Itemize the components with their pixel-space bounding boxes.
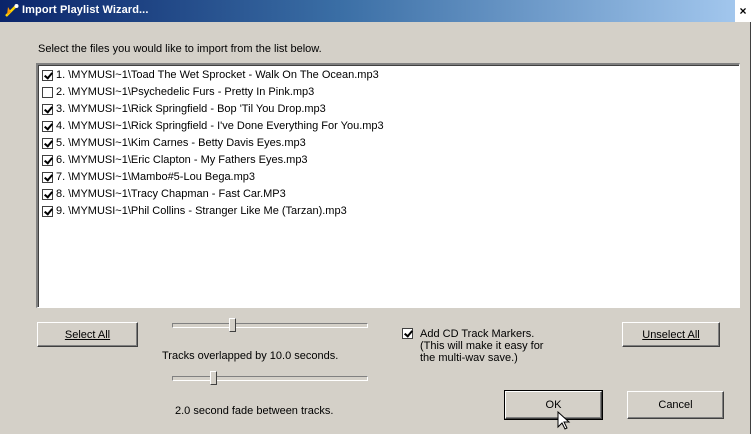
overlap-label: Tracks overlapped by 10.0 seconds. (162, 350, 339, 362)
file-list-item[interactable]: 2. \MYMUSI~1\Psychedelic Furs - Pretty I… (42, 84, 314, 100)
fade-slider[interactable] (172, 371, 368, 385)
file-checkbox[interactable] (42, 120, 53, 132)
file-list-item[interactable]: 6. \MYMUSI~1\Eric Clapton - My Fathers E… (42, 152, 308, 168)
file-list-item[interactable]: 4. \MYMUSI~1\Rick Springfield - I've Don… (42, 118, 384, 134)
file-checkbox[interactable] (42, 171, 53, 183)
cd-markers-line1: Add CD Track Markers. (420, 328, 535, 340)
overlap-slider[interactable] (172, 318, 368, 332)
file-list-item[interactable]: 8. \MYMUSI~1\Tracy Chapman - Fast Car.MP… (42, 186, 286, 202)
file-checkbox[interactable] (42, 137, 53, 149)
file-checkbox[interactable] (42, 69, 53, 81)
title-bar[interactable]: Import Playlist Wizard... × (0, 0, 751, 22)
overlap-slider-thumb[interactable] (229, 318, 236, 332)
file-checkbox[interactable] (42, 103, 53, 115)
overlap-slider-track (172, 323, 368, 328)
file-label: 1. \MYMUSI~1\Toad The Wet Sprocket - Wal… (56, 69, 379, 81)
select-all-button[interactable]: Select All (37, 322, 138, 347)
file-label: 4. \MYMUSI~1\Rick Springfield - I've Don… (56, 120, 384, 132)
mouse-pointer-icon (557, 411, 571, 430)
fade-slider-thumb[interactable] (210, 371, 217, 385)
file-list-item[interactable]: 5. \MYMUSI~1\Kim Carnes - Betty Davis Ey… (42, 135, 306, 151)
instruction-text: Select the files you would like to impor… (38, 43, 322, 55)
fade-slider-track (172, 376, 368, 381)
file-label: 9. \MYMUSI~1\Phil Collins - Stranger Lik… (56, 205, 347, 217)
cd-markers-line3: the multi-wav save.) (420, 352, 518, 364)
cancel-label: Cancel (658, 399, 693, 411)
cd-markers-text: Add CD Track Markers. (This will make it… (420, 328, 543, 364)
cancel-button[interactable]: Cancel (627, 391, 724, 419)
wizard-icon (5, 4, 19, 17)
file-label: 8. \MYMUSI~1\Tracy Chapman - Fast Car.MP… (56, 188, 286, 200)
import-playlist-dialog: Import Playlist Wizard... × Select the f… (0, 0, 751, 434)
close-button[interactable]: × (735, 0, 751, 22)
file-label: 5. \MYMUSI~1\Kim Carnes - Betty Davis Ey… (56, 137, 306, 149)
cd-markers-line2: (This will make it easy for (420, 340, 544, 352)
file-label: 2. \MYMUSI~1\Psychedelic Furs - Pretty I… (56, 86, 315, 98)
cd-markers-checkbox[interactable] (402, 328, 413, 339)
ok-label: OK (545, 399, 562, 411)
file-list[interactable]: 1. \MYMUSI~1\Toad The Wet Sprocket - Wal… (36, 63, 740, 308)
file-checkbox[interactable] (42, 205, 53, 217)
file-checkbox[interactable] (42, 86, 53, 98)
cd-markers-option[interactable]: Add CD Track Markers. (This will make it… (402, 328, 543, 364)
file-checkbox[interactable] (42, 188, 53, 200)
file-list-item[interactable]: 9. \MYMUSI~1\Phil Collins - Stranger Lik… (42, 203, 347, 219)
file-list-item[interactable]: 1. \MYMUSI~1\Toad The Wet Sprocket - Wal… (42, 67, 379, 83)
file-label: 6. \MYMUSI~1\Eric Clapton - My Fathers E… (56, 154, 308, 166)
unselect-all-label: Unselect All (642, 328, 700, 341)
file-label: 3. \MYMUSI~1\Rick Springfield - Bop 'Til… (56, 103, 326, 115)
ok-button[interactable]: OK (504, 390, 603, 420)
file-list-item[interactable]: 7. \MYMUSI~1\Mambo#5-Lou Bega.mp3 (42, 169, 255, 185)
file-list-item[interactable]: 3. \MYMUSI~1\Rick Springfield - Bop 'Til… (42, 101, 326, 117)
file-checkbox[interactable] (42, 154, 53, 166)
close-icon: × (739, 4, 747, 18)
select-all-label: Select All (64, 328, 111, 341)
unselect-all-button[interactable]: Unselect All (622, 322, 720, 347)
window-title: Import Playlist Wizard... (22, 4, 149, 16)
file-label: 7. \MYMUSI~1\Mambo#5-Lou Bega.mp3 (56, 171, 256, 183)
fade-label: 2.0 second fade between tracks. (175, 405, 334, 417)
